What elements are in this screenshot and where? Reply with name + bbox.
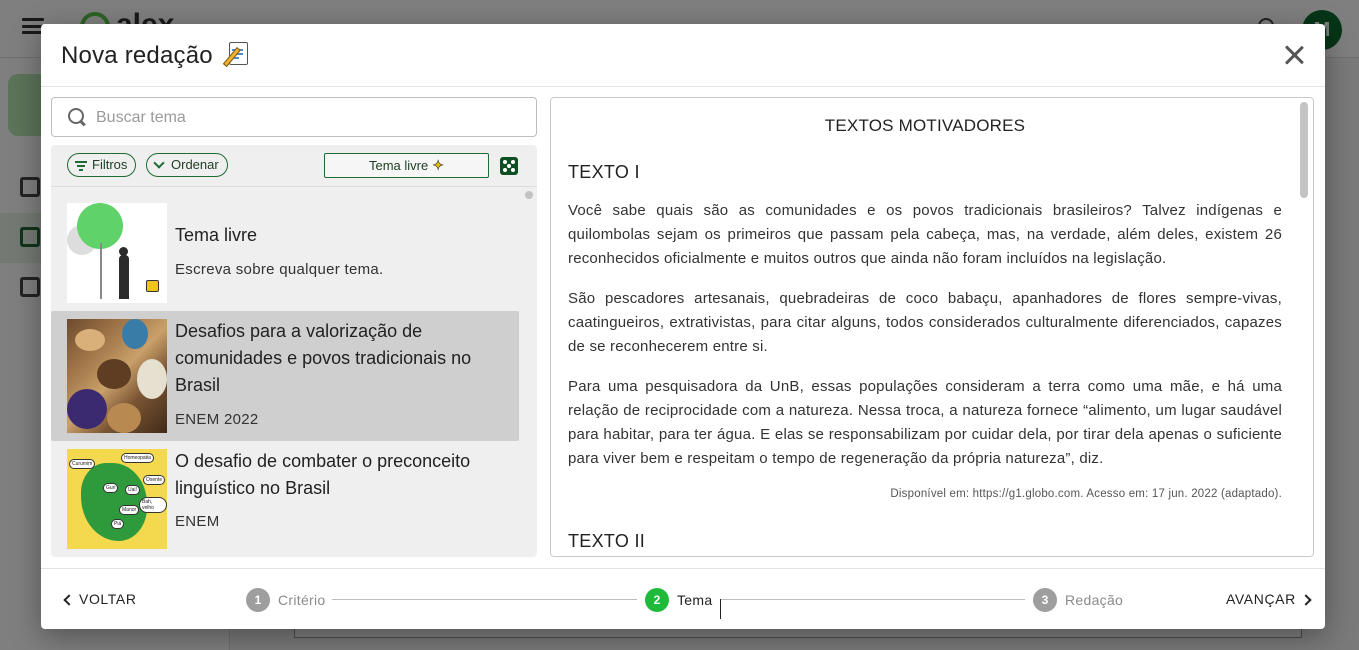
theme-item-comunidades[interactable]: Desafios para a valorização de comunidad… <box>51 311 519 441</box>
map-bubble: Homeopatia <box>121 453 154 463</box>
free-theme-label: Tema livre <box>369 158 429 173</box>
map-bubble: Oxente <box>143 475 166 485</box>
map-bubble: Guri <box>103 483 119 493</box>
filter-icon <box>75 160 87 171</box>
theme-item-tema-livre[interactable]: Tema livre Escreva sobre qualquer tema. <box>51 195 519 311</box>
lock-icon <box>146 280 159 292</box>
step-number: 2 <box>645 588 669 612</box>
next-label: AVANÇAR <box>1226 591 1296 607</box>
filters-label: Filtros <box>92 157 128 172</box>
search-box <box>51 97 537 137</box>
list-scrollbar[interactable] <box>525 191 533 199</box>
map-bubble: Curumim <box>69 459 96 469</box>
text-cursor <box>720 599 721 619</box>
step-label: Tema <box>677 592 713 608</box>
theme-subtitle: ENEM 2022 <box>175 411 259 428</box>
motivating-texts-panel[interactable]: TEXTOS MOTIVADORES TEXTO I Você sabe qua… <box>550 97 1314 557</box>
chevron-right-icon <box>1300 594 1312 606</box>
memo-icon <box>222 40 252 68</box>
search-icon <box>68 108 86 126</box>
theme-title: Desafios para a valorização de comunidad… <box>175 321 472 395</box>
map-bubble: Manor <box>119 505 140 515</box>
sort-button[interactable]: Ordenar <box>146 153 228 177</box>
step-label: Critério <box>278 592 326 608</box>
texto-i-title: TEXTO I <box>568 162 640 182</box>
motivating-heading: TEXTOS MOTIVADORES <box>824 116 1026 135</box>
texto-ii-title: TEXTO II <box>568 531 646 551</box>
next-button[interactable]: AVANÇAR <box>1226 591 1312 607</box>
theme-title: O desafio de combater o preconceito ling… <box>175 451 471 498</box>
source-citation: Disponível em: https://g1.globo.com. Ace… <box>890 488 1282 500</box>
paragraph: Para uma pesquisadora da UnB, essas popu… <box>568 378 1282 467</box>
theme-item-preconceito-linguistico[interactable]: Curumim Homeopatia Guri Uai! Oxente Mano… <box>51 441 519 557</box>
theme-subtitle: ENEM <box>175 513 220 530</box>
theme-list-panel: Filtros Ordenar Tema livre ✦ Tema livre … <box>51 145 537 557</box>
paragraph: São pescadores artesanais, quebradeiras … <box>568 290 1282 355</box>
free-theme-illustration <box>67 203 167 303</box>
back-button[interactable]: VOLTAR <box>63 591 137 607</box>
text-scrollbar[interactable] <box>1300 102 1308 552</box>
theme-subtitle: Escreva sobre qualquer tema. <box>175 261 384 278</box>
chevron-left-icon <box>63 594 75 606</box>
theme-title: Tema livre <box>175 225 258 245</box>
new-essay-dialog: Nova redação Filtros <box>41 24 1325 629</box>
map-bubble: Bah, velho <box>139 497 167 513</box>
theme-toolbar: Filtros Ordenar Tema livre ✦ <box>51 145 537 187</box>
theme-photo <box>67 319 167 433</box>
chevron-down-icon <box>153 157 165 169</box>
paragraph: Você sabe quais são as comunidades e os … <box>568 202 1282 267</box>
step-connector <box>332 599 637 600</box>
step-number: 1 <box>246 588 270 612</box>
dialog-title: Nova redação <box>61 40 252 70</box>
search-input[interactable] <box>96 107 516 129</box>
step-label: Redação <box>1065 592 1124 608</box>
free-theme-button[interactable]: Tema livre ✦ <box>324 153 489 178</box>
filters-button[interactable]: Filtros <box>67 153 137 177</box>
close-icon[interactable] <box>1281 42 1307 68</box>
step-number: 3 <box>1033 588 1057 612</box>
dice-icon[interactable] <box>500 157 518 175</box>
sparkle-icon: ✦ <box>432 157 444 174</box>
step-connector <box>721 599 1025 600</box>
dialog-footer: VOLTAR 1 Critério 2 Tema 3 Redação AVANÇ… <box>41 568 1325 629</box>
sort-label: Ordenar <box>171 157 219 172</box>
back-label: VOLTAR <box>79 591 137 607</box>
map-bubble: Piá <box>111 519 125 529</box>
dialog-title-text: Nova redação <box>61 42 213 69</box>
dialog-header: Nova redação <box>41 24 1325 87</box>
brazil-map-illustration: Curumim Homeopatia Guri Uai! Oxente Mano… <box>67 449 167 549</box>
text-scrollbar-thumb[interactable] <box>1300 102 1308 198</box>
map-bubble: Uai! <box>125 485 140 495</box>
